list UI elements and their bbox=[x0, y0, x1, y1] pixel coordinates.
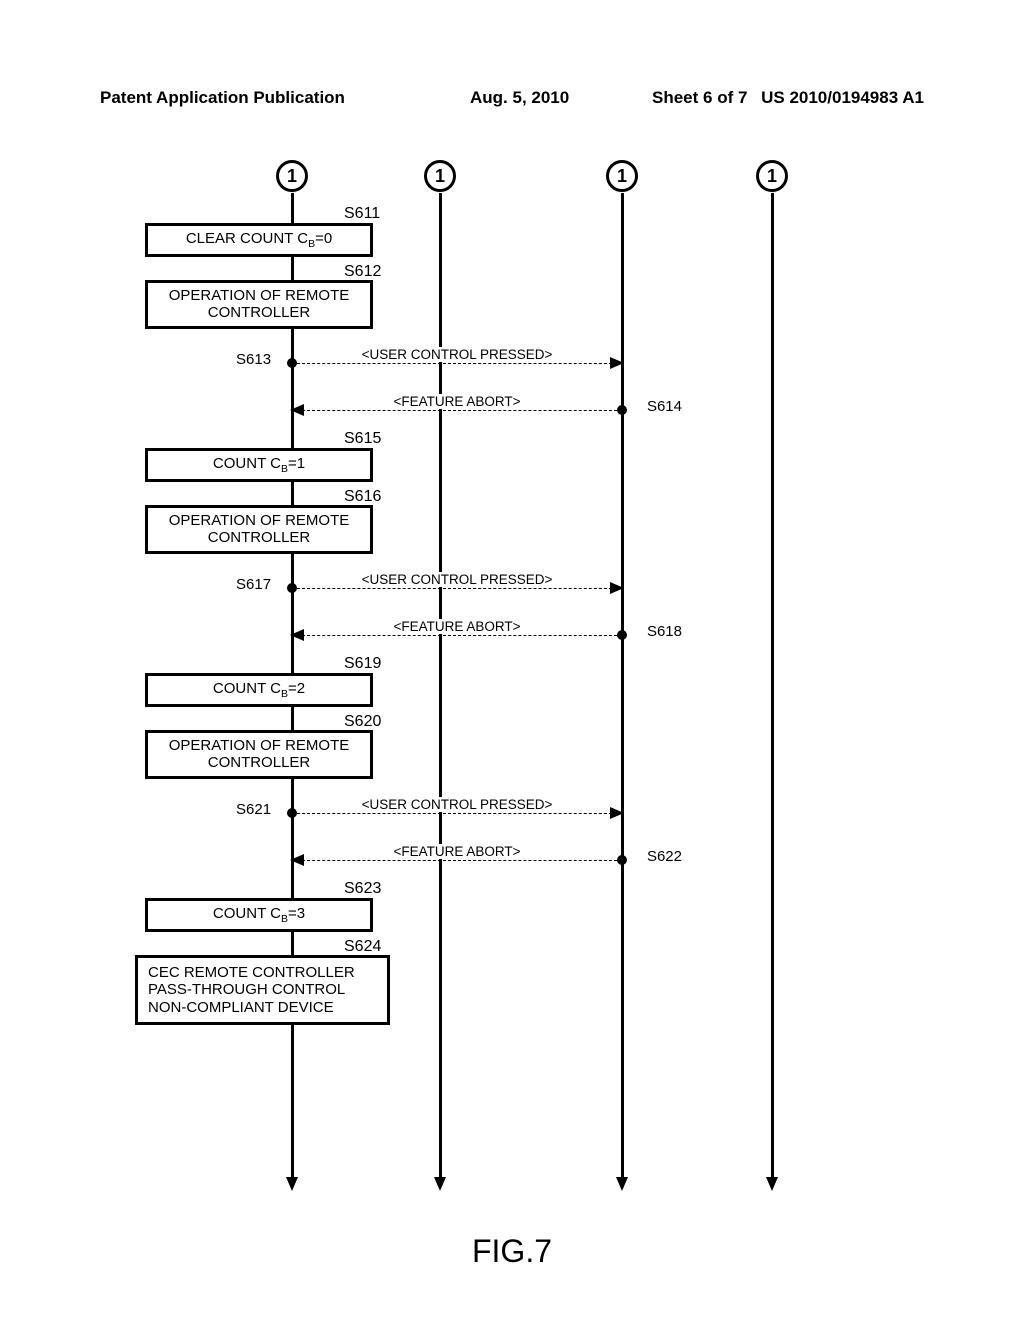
step-label-s611: S611 bbox=[344, 205, 380, 223]
lifeline-1-head: 1 bbox=[276, 160, 308, 192]
step-text-s611b: =0 bbox=[315, 230, 332, 247]
step-sub-s615: B bbox=[281, 463, 288, 475]
lifeline-3-arrow bbox=[616, 1177, 628, 1191]
lifeline-4-shaft bbox=[771, 193, 774, 1183]
step-text-s624: CEC REMOTE CONTROLLER PASS-THROUGH CONTR… bbox=[148, 964, 355, 1016]
step-label-s618: S618 bbox=[647, 623, 682, 640]
msg-s622-text: <FEATURE ABORT> bbox=[391, 844, 522, 859]
msg-s618-origin-dot bbox=[617, 630, 627, 640]
msg-s621-text: <USER CONTROL PRESSED> bbox=[360, 797, 555, 812]
msg-s618-text: <FEATURE ABORT> bbox=[391, 619, 522, 634]
msg-s613-text: <USER CONTROL PRESSED> bbox=[360, 347, 555, 362]
step-text-s612: OPERATION OF REMOTE CONTROLLER bbox=[169, 287, 350, 321]
step-box-s616: OPERATION OF REMOTE CONTROLLER bbox=[145, 505, 373, 554]
msg-s618-line bbox=[292, 635, 622, 636]
msg-s617-text: <USER CONTROL PRESSED> bbox=[360, 572, 555, 587]
step-text-s616: OPERATION OF REMOTE CONTROLLER bbox=[169, 512, 350, 546]
msg-s617-arrowhead bbox=[610, 582, 624, 594]
step-label-s621: S621 bbox=[236, 801, 271, 818]
msg-s613: S613 <USER CONTROL PRESSED> bbox=[292, 353, 622, 375]
lifeline-4-label: 1 bbox=[767, 166, 777, 187]
lifeline-2-arrow bbox=[434, 1177, 446, 1191]
msg-s613-arrowhead bbox=[610, 357, 624, 369]
step-box-s624: CEC REMOTE CONTROLLER PASS-THROUGH CONTR… bbox=[135, 955, 390, 1025]
step-box-s620: OPERATION OF REMOTE CONTROLLER bbox=[145, 730, 373, 779]
lifeline-2-shaft bbox=[439, 193, 442, 1183]
pub-date: Aug. 5, 2010 bbox=[470, 88, 569, 108]
lifeline-1-arrow bbox=[286, 1177, 298, 1191]
lifeline-3-label: 1 bbox=[617, 166, 627, 187]
step-text-s619a: COUNT C bbox=[213, 680, 281, 697]
step-label-s623: S623 bbox=[344, 880, 381, 898]
step-label-s616: S616 bbox=[344, 488, 381, 506]
msg-s613-line bbox=[292, 363, 622, 364]
step-box-s612: OPERATION OF REMOTE CONTROLLER bbox=[145, 280, 373, 329]
step-text-s620: OPERATION OF REMOTE CONTROLLER bbox=[169, 737, 350, 771]
msg-s618: <FEATURE ABORT> S618 bbox=[292, 625, 622, 647]
step-label-s622: S622 bbox=[647, 848, 682, 865]
lifeline-4-head: 1 bbox=[756, 160, 788, 192]
page: Patent Application Publication Aug. 5, 2… bbox=[0, 0, 1024, 1320]
lifeline-4-arrow bbox=[766, 1177, 778, 1191]
step-text-s623a: COUNT C bbox=[213, 905, 281, 922]
sequence-diagram: 1 1 1 1 S611 CLEAR COUNT CB=0 S612 OPERA… bbox=[100, 145, 920, 1265]
lifeline-3-head: 1 bbox=[606, 160, 638, 192]
pub-number: US 2010/0194983 A1 bbox=[761, 88, 924, 108]
lifeline-1-label: 1 bbox=[287, 166, 297, 187]
step-label-s619: S619 bbox=[344, 655, 381, 673]
msg-s614: <FEATURE ABORT> S614 bbox=[292, 400, 622, 422]
pub-title: Patent Application Publication bbox=[100, 88, 345, 108]
msg-s621: S621 <USER CONTROL PRESSED> bbox=[292, 803, 622, 825]
msg-s617: S617 <USER CONTROL PRESSED> bbox=[292, 578, 622, 600]
step-text-s611a: CLEAR COUNT C bbox=[186, 230, 308, 247]
msg-s622-line bbox=[292, 860, 622, 861]
step-sub-s619: B bbox=[281, 688, 288, 700]
step-label-s615: S615 bbox=[344, 430, 381, 448]
header: Patent Application Publication Aug. 5, 2… bbox=[100, 88, 924, 108]
step-label-s612: S612 bbox=[344, 263, 381, 281]
msg-s614-origin-dot bbox=[617, 405, 627, 415]
step-text-s623b: =3 bbox=[288, 905, 305, 922]
step-sub-s623: B bbox=[281, 913, 288, 925]
figure-caption: FIG.7 bbox=[0, 1233, 1024, 1270]
step-label-s620: S620 bbox=[344, 713, 381, 731]
msg-s621-line bbox=[292, 813, 622, 814]
lifeline-2-head: 1 bbox=[424, 160, 456, 192]
step-label-s614: S614 bbox=[647, 398, 682, 415]
msg-s614-text: <FEATURE ABORT> bbox=[391, 394, 522, 409]
msg-s621-arrowhead bbox=[610, 807, 624, 819]
msg-s614-line bbox=[292, 410, 622, 411]
step-box-s615: COUNT CB=1 bbox=[145, 448, 373, 482]
step-box-s611: CLEAR COUNT CB=0 bbox=[145, 223, 373, 257]
step-text-s615b: =1 bbox=[288, 455, 305, 472]
msg-s617-line bbox=[292, 588, 622, 589]
lifeline-2-label: 1 bbox=[435, 166, 445, 187]
sheet-info: Sheet 6 of 7 bbox=[652, 88, 747, 108]
step-label-s613: S613 bbox=[236, 351, 271, 368]
lifeline-3-shaft bbox=[621, 193, 624, 1183]
step-box-s623: COUNT CB=3 bbox=[145, 898, 373, 932]
step-label-s624: S624 bbox=[344, 938, 381, 956]
msg-s622: <FEATURE ABORT> S622 bbox=[292, 850, 622, 872]
step-text-s619b: =2 bbox=[288, 680, 305, 697]
msg-s622-origin-dot bbox=[617, 855, 627, 865]
step-box-s619: COUNT CB=2 bbox=[145, 673, 373, 707]
step-label-s617: S617 bbox=[236, 576, 271, 593]
step-text-s615a: COUNT C bbox=[213, 455, 281, 472]
